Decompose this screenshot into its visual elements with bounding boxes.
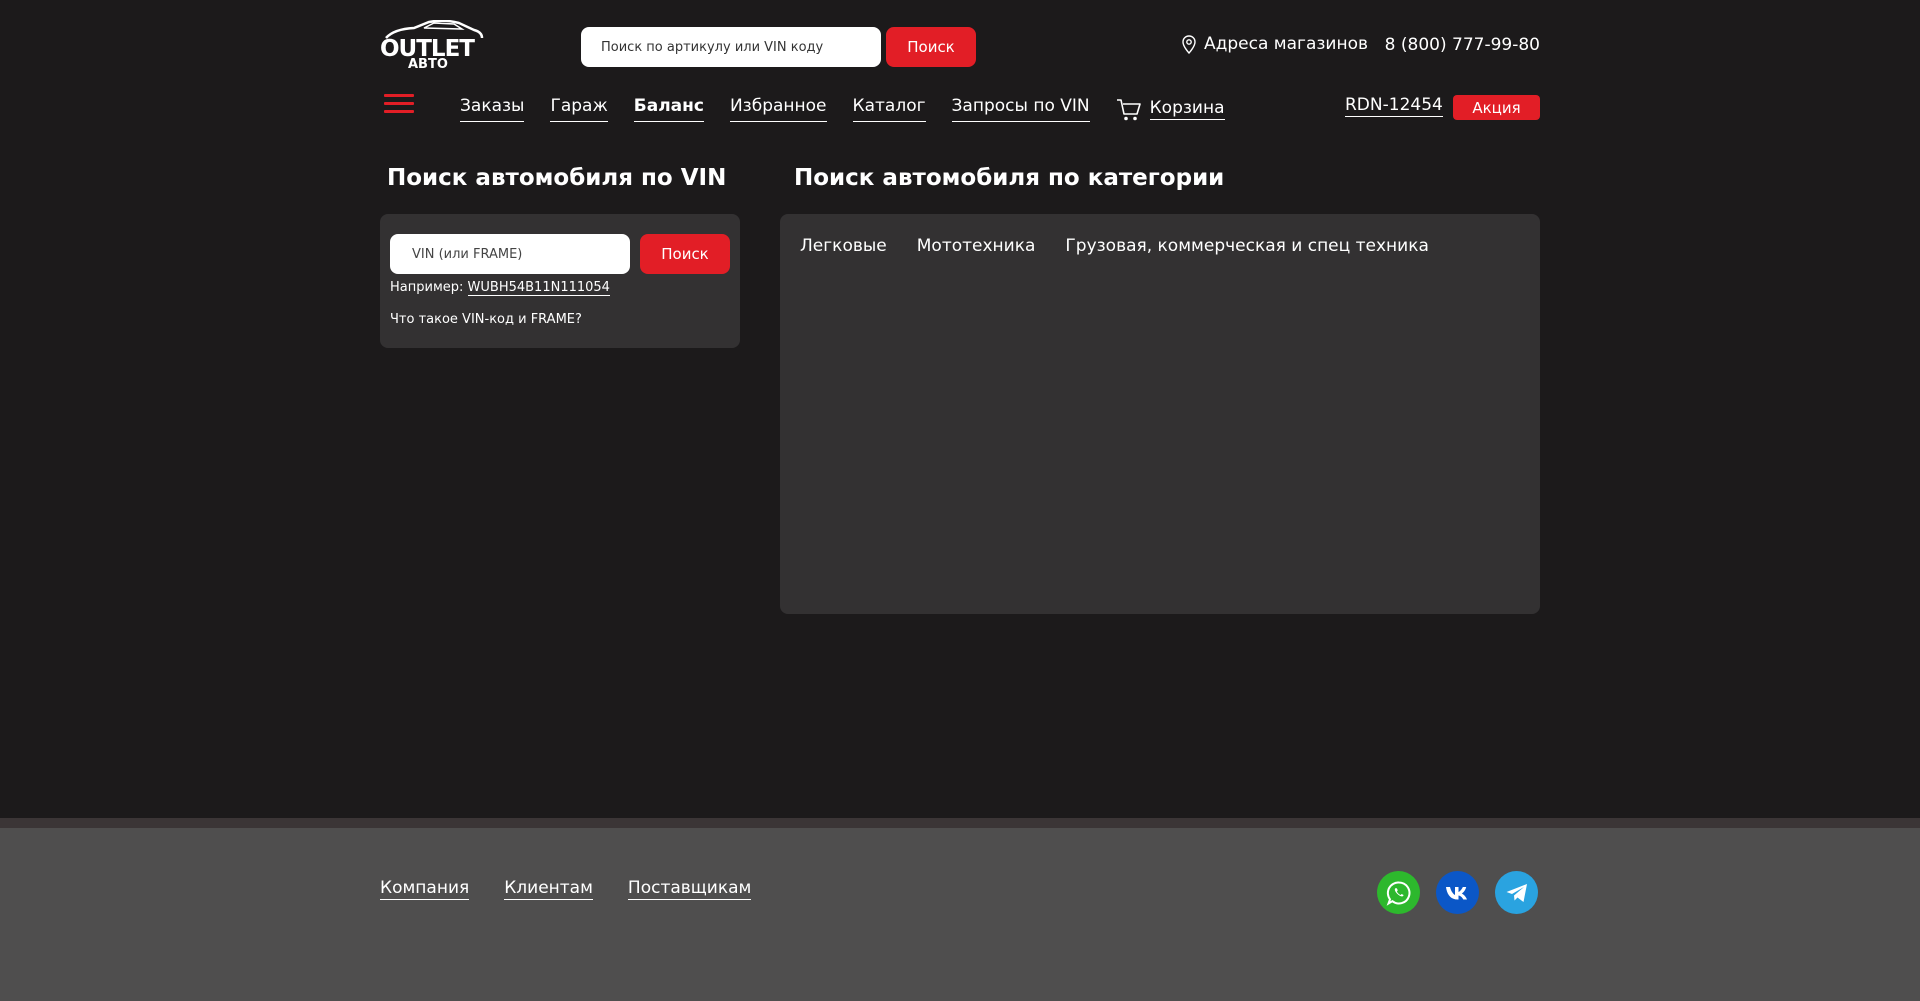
user-account-id[interactable]: RDN-12454 — [1345, 95, 1443, 117]
nav-orders[interactable]: Заказы — [460, 96, 525, 122]
vin-example-link[interactable]: WUBH54B11N111054 — [467, 280, 610, 296]
telegram-icon[interactable] — [1495, 871, 1538, 914]
cart-icon — [1116, 99, 1141, 121]
category-tabs: Легковые Мототехника Грузовая, коммерчес… — [800, 236, 1429, 256]
main-nav: Заказы Гараж Баланс Избранное Каталог За… — [460, 96, 1225, 122]
vin-search-button[interactable]: Поиск — [640, 234, 730, 274]
nav-balance[interactable]: Баланс — [633, 96, 704, 122]
store-addresses-link[interactable]: Адреса магазинов — [1182, 34, 1368, 54]
footer-divider — [0, 818, 1920, 828]
vin-help-link[interactable]: Что такое VIN-код и FRAME? — [390, 312, 582, 327]
tab-passenger[interactable]: Легковые — [800, 236, 887, 256]
category-search-panel: Легковые Мототехника Грузовая, коммерчес… — [780, 214, 1540, 614]
promo-button[interactable]: Акция — [1453, 95, 1540, 120]
nav-cart-label: Корзина — [1149, 98, 1225, 120]
footer: Компания Клиентам Поставщикам — [0, 828, 1920, 1001]
nav-favorites[interactable]: Избранное — [729, 96, 827, 122]
logo-subtext: АВТО — [408, 57, 448, 72]
footer-link-suppliers[interactable]: Поставщикам — [627, 878, 752, 900]
footer-link-clients[interactable]: Клиентам — [504, 878, 593, 900]
nav-catalog[interactable]: Каталог — [852, 96, 926, 122]
search-button[interactable]: Поиск — [886, 27, 976, 67]
vin-search-panel: Поиск Например: WUBH54B11N111054 Что так… — [380, 214, 740, 348]
search-input[interactable] — [581, 27, 881, 67]
vin-example: Например: WUBH54B11N111054 — [390, 280, 610, 296]
store-addresses-label: Адреса магазинов — [1204, 34, 1369, 54]
vk-icon[interactable] — [1436, 871, 1479, 914]
nav-garage[interactable]: Гараж — [550, 96, 608, 122]
vin-search-title: Поиск автомобиля по VIN — [387, 165, 727, 191]
nav-cart[interactable]: Корзина — [1116, 96, 1225, 122]
tab-commercial[interactable]: Грузовая, коммерческая и спец техника — [1065, 236, 1428, 256]
footer-link-company[interactable]: Компания — [380, 878, 470, 900]
whatsapp-icon[interactable] — [1377, 871, 1420, 914]
logo[interactable]: OUTLET АВТО — [380, 20, 487, 72]
vin-input[interactable] — [390, 234, 630, 274]
vin-example-label: Например: — [390, 280, 464, 295]
tab-moto[interactable]: Мототехника — [917, 236, 1036, 256]
header: OUTLET АВТО Поиск Адреса магазинов 8 (80… — [380, 0, 1540, 150]
social-links — [1377, 871, 1538, 914]
category-search-title: Поиск автомобиля по категории — [794, 165, 1225, 191]
phone-number[interactable]: 8 (800) 777-99-80 — [1385, 35, 1540, 55]
location-pin-icon — [1182, 34, 1196, 54]
footer-links: Компания Клиентам Поставщикам — [380, 878, 752, 900]
menu-icon[interactable] — [384, 94, 414, 114]
nav-vin-requests[interactable]: Запросы по VIN — [951, 96, 1090, 122]
